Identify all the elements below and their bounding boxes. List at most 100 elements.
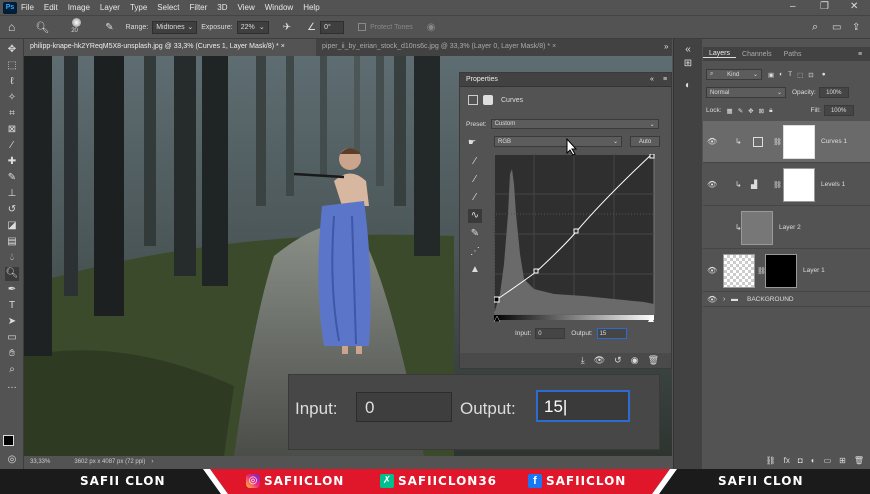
filter-smart-icon[interactable]: ⊡ [808,71,813,79]
layer-row-background[interactable]: 👁︎ › ▬ BACKGROUND [703,293,870,307]
lock-position-icon[interactable]: ✥ [748,107,753,115]
marquee-tool-icon[interactable]: ⬚ [5,59,19,73]
healing-tool-icon[interactable]: ✚ [5,155,19,169]
layer-row-curves-1[interactable]: 👁︎ ↳ ⛓︎ Curves 1 [703,121,870,163]
tab-document-2[interactable]: piper_ii_by_eirian_stock_d10ns6c.jpg @ 3… [316,39,578,56]
tab-overflow-icon[interactable]: » [664,42,668,51]
menu-view[interactable]: View [238,3,255,12]
menu-select[interactable]: Select [157,3,179,12]
gray-point-eyedropper-icon[interactable]: ⁄ [468,173,482,187]
layer-row-layer-2[interactable]: ↳ Layer 2 [703,207,870,249]
move-tool-icon[interactable]: ✥ [5,43,19,57]
fill-input[interactable]: 100% [823,105,854,116]
menu-type[interactable]: Type [130,3,147,12]
restore-button[interactable]: ❐ [820,1,829,12]
close-tab-icon[interactable]: × [552,43,556,50]
hand-tool-icon[interactable]: ✋︎ [5,347,19,361]
eyedropper-tool-icon[interactable]: ⁄ [5,139,19,153]
edit-toolbar-icon[interactable]: … [5,379,19,393]
tab-paths[interactable]: Paths [778,51,808,58]
layer-row-levels-1[interactable]: 👁︎ ↳ ▟ ⛓︎ Levels 1 [703,164,870,206]
menu-file[interactable]: File [21,3,34,12]
chevron-right-icon[interactable]: › [723,296,725,303]
lock-image-icon[interactable]: ✎ [738,107,743,115]
filter-type-icon[interactable]: T [788,71,792,78]
clip-to-layer-icon[interactable]: ⤓ [581,355,585,366]
smooth-curve-icon[interactable]: ⋰ [468,245,482,259]
share-icon[interactable]: ⇪ [852,22,860,33]
layer-mask-thumbnail[interactable] [783,168,815,202]
filter-kind-select[interactable]: ⌕ Kind ⌄ [706,69,762,80]
properties-rail-icon[interactable]: ⊞ [681,57,695,71]
filter-adjustment-icon[interactable]: ◐ [779,71,783,78]
fx-icon[interactable]: fx [784,456,790,465]
filter-shape-icon[interactable]: ⬚ [797,71,803,79]
blur-tool-icon[interactable]: 💧︎ [5,251,19,265]
menu-layer[interactable]: Layer [100,3,120,12]
auto-button[interactable]: Auto [630,136,660,147]
workspace-icon[interactable]: ▭ [832,22,841,33]
zoom-tool-icon[interactable]: ⌕ [5,363,19,377]
add-mask-icon[interactable]: ◘ [798,456,803,465]
menu-3d[interactable]: 3D [217,3,227,12]
trash-icon[interactable]: 🗑︎ [648,355,659,366]
link-icon[interactable]: ⛓︎ [773,181,782,189]
protect-tones-checkbox[interactable] [358,23,367,31]
lock-artboard-icon[interactable]: ⊠ [759,107,764,115]
brush-preset-picker[interactable]: 20 [67,17,87,37]
delete-layer-icon[interactable]: 🗑︎ [854,456,864,465]
output-field[interactable]: 15 [596,328,627,339]
input-field[interactable]: 0 [535,328,566,339]
chevron-right-icon[interactable]: › [151,459,153,465]
range-select[interactable]: Midtones ⌄ [152,20,198,34]
menu-filter[interactable]: Filter [190,3,208,12]
gradient-tool-icon[interactable]: ▤ [5,235,19,249]
zoom-input-field[interactable]: 0 [356,392,452,422]
foreground-color-swatch[interactable] [3,435,14,446]
clipping-warning-icon[interactable]: ▲ [468,263,482,277]
filter-toggle-icon[interactable]: ● [822,71,826,78]
layer-thumbnail[interactable] [741,211,773,245]
lasso-tool-icon[interactable]: ℓ [5,75,19,89]
minimize-button[interactable]: – [790,1,796,12]
clone-stamp-tool-icon[interactable]: ⊥ [5,187,19,201]
layer-row-layer-1[interactable]: 👁︎ ⛓︎ Layer 1 [703,250,870,292]
close-tab-icon[interactable]: × [281,43,285,50]
black-point-eyedropper-icon[interactable]: ⁄ [468,155,482,169]
link-icon[interactable]: ⛓︎ [773,138,782,146]
panel-menu-icon[interactable]: ≡ [858,51,862,58]
path-select-tool-icon[interactable]: ➤ [5,315,19,329]
eye-icon[interactable]: 👁︎ [707,266,717,275]
zoom-output-field[interactable]: 15| [536,390,630,422]
quick-mask-icon[interactable]: ◎ [5,453,19,467]
frame-tool-icon[interactable]: ⊠ [5,123,19,137]
tab-layers[interactable]: Layers [703,50,737,58]
view-previous-icon[interactable]: 👁︎ [594,355,605,366]
pencil-curve-icon[interactable]: ✎ [468,227,482,241]
eye-icon[interactable]: 👁︎ [707,295,717,304]
eye-icon[interactable]: 👁︎ [707,137,717,146]
type-tool-icon[interactable]: T [5,299,19,313]
menu-image[interactable]: Image [68,3,90,12]
opacity-input[interactable]: 100% [818,87,849,98]
reset-icon[interactable]: ↺ [614,355,622,366]
visibility-icon[interactable]: ◉ [631,355,639,366]
new-adjustment-icon[interactable]: ◐ [811,456,816,465]
mask-icon[interactable] [483,95,493,105]
layer-thumbnail[interactable] [723,254,755,288]
brush-tool-icon[interactable]: ✎ [5,171,19,185]
blend-mode-select[interactable]: Normal ⌄ [706,87,786,98]
white-point-eyedropper-icon[interactable]: ⁄ [468,191,482,205]
search-icon[interactable]: ⌕ [812,21,818,34]
menu-help[interactable]: Help [303,3,319,12]
preset-select[interactable]: Custom ⌄ [490,119,659,129]
dodge-tool-icon[interactable]: 🔍︎ [35,21,49,34]
filter-pixel-icon[interactable]: ▣ [768,71,774,79]
angle-input[interactable]: 0° [320,20,345,34]
target-adjust-icon[interactable]: ☛ [468,137,476,148]
eye-icon[interactable]: 👁︎ [707,180,717,189]
history-brush-tool-icon[interactable]: ↺ [5,203,19,217]
brush-settings-icon[interactable]: ✎ [105,22,113,33]
new-layer-icon[interactable]: ⊞ [839,456,846,465]
collapse-panel-icon[interactable]: « [650,76,654,83]
